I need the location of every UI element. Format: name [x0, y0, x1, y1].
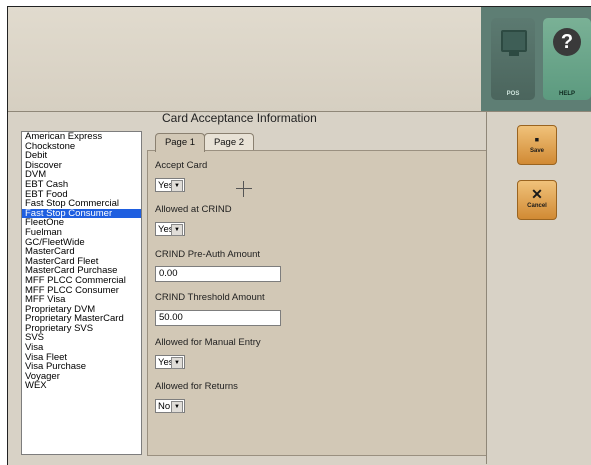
cancel-label: Cancel: [527, 203, 547, 209]
accept-card-label: Accept Card: [155, 160, 208, 171]
help-button[interactable]: ? HELP: [543, 18, 591, 100]
chevron-down-icon: ▼: [171, 180, 183, 192]
message-bar: [8, 7, 482, 111]
returns-label: Allowed for Returns: [155, 381, 238, 392]
monitor-icon: [501, 30, 527, 56]
chevron-down-icon: ▼: [171, 357, 183, 369]
pos-button[interactable]: POS: [491, 18, 535, 100]
allowed-crind-select[interactable]: Yes ▼: [155, 222, 185, 236]
pos-label: POS: [506, 91, 520, 97]
preauth-label: CRIND Pre-Auth Amount: [155, 249, 261, 260]
save-label: Save: [529, 148, 544, 154]
save-button[interactable]: ▪ Save: [517, 125, 557, 165]
threshold-label: CRIND Threshold Amount: [155, 292, 265, 303]
floppy-disk-icon: ▪: [534, 131, 540, 147]
crosshair-cursor-icon: [236, 181, 252, 197]
returns-value: No: [158, 401, 171, 412]
list-item[interactable]: WEX: [22, 381, 141, 391]
chevron-down-icon: ▼: [171, 401, 183, 413]
accept-card-select[interactable]: Yes ▼: [155, 178, 185, 192]
page-title: Card Acceptance Information: [162, 111, 317, 125]
card-type-list[interactable]: American Express Chockstone Debit Discover D…: [21, 131, 142, 455]
chevron-down-icon: ▼: [171, 224, 183, 236]
manual-entry-select[interactable]: Yes ▼: [155, 355, 185, 369]
help-icon: ?: [553, 28, 581, 56]
close-icon: ✕: [531, 186, 543, 202]
cancel-button[interactable]: ✕ Cancel: [517, 180, 557, 220]
returns-select[interactable]: No ▼: [155, 399, 185, 413]
allowed-crind-label: Allowed at CRIND: [155, 204, 232, 215]
tab-page-1[interactable]: Page 1: [155, 133, 205, 152]
form-panel: [147, 150, 488, 456]
manual-entry-label: Allowed for Manual Entry: [155, 337, 261, 348]
help-label: HELP: [558, 91, 575, 97]
preauth-input[interactable]: 0.00: [155, 266, 281, 282]
threshold-input[interactable]: 50.00: [155, 310, 281, 326]
tab-page-2[interactable]: Page 2: [204, 133, 254, 151]
